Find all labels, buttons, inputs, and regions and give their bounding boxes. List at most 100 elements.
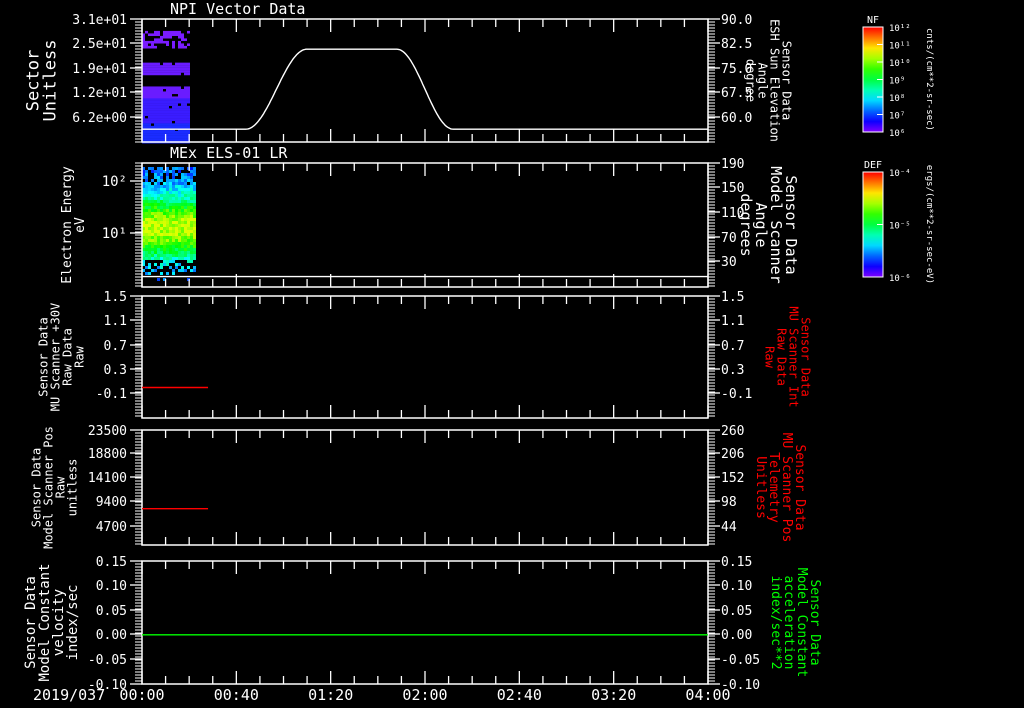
heatmap-cell: [151, 43, 154, 47]
heatmap-cell: [157, 135, 160, 139]
colorbar-tick-label: 10¹¹: [889, 42, 911, 52]
heatmap-cell: [148, 33, 151, 37]
heatmap-cell: [151, 269, 154, 272]
heatmap-cell: [184, 218, 187, 221]
heatmap-cell: [193, 236, 196, 239]
x-tick-label: 00:40: [214, 686, 259, 704]
heatmap-cell: [145, 218, 148, 221]
heatmap-cell: [154, 230, 157, 233]
heatmap-cell: [187, 130, 190, 134]
heatmap-cell: [160, 130, 163, 134]
heatmap-cell: [151, 218, 154, 221]
heatmap-cell: [166, 35, 169, 39]
heatmap-cell: [145, 130, 148, 134]
heatmap-cell: [169, 103, 172, 106]
heatmap-cell: [163, 260, 166, 263]
plot-frame: [141, 162, 709, 288]
heatmap-cell: [178, 239, 181, 242]
heatmap-cell: [154, 130, 157, 134]
heatmap-cell: [148, 263, 151, 266]
heatmap-cell: [163, 182, 166, 185]
heatmap-cell: [151, 113, 154, 116]
heatmap-cell: [154, 194, 157, 197]
heatmap-cell: [175, 206, 178, 209]
y-tick-label: 0.3: [104, 363, 127, 378]
heatmap-cell: [169, 200, 172, 203]
heatmap-cell: [193, 194, 196, 197]
heatmap-cell: [154, 170, 157, 173]
heatmap-cell: [163, 221, 166, 224]
heatmap-cell: [157, 224, 160, 227]
heatmap-cell: [166, 118, 169, 121]
heatmap-cell: [148, 257, 151, 260]
heatmap-cell: [148, 100, 151, 104]
heatmap-cell: [184, 113, 187, 116]
heatmap-cell: [148, 272, 151, 275]
heatmap-cell: [190, 170, 193, 173]
heatmap-cell: [175, 230, 178, 233]
heatmap-cell: [181, 194, 184, 197]
heatmap-cell: [175, 118, 178, 121]
heatmap-cell: [145, 215, 148, 218]
y-tick-label: 1.2e+01: [72, 86, 127, 101]
heatmap-cell: [169, 182, 172, 185]
heatmap-cell: [169, 108, 172, 111]
heatmap-cell: [181, 110, 184, 114]
heatmap-cell: [154, 173, 157, 176]
heatmap-cell: [187, 185, 190, 188]
heatmap-cell: [175, 123, 178, 126]
heatmap-cell: [172, 130, 175, 134]
y2-tick-label: 82.5: [721, 37, 752, 52]
heatmap-cell: [181, 200, 184, 203]
heatmap-cell: [184, 200, 187, 203]
heatmap-cell: [166, 105, 169, 109]
heatmap-cell: [154, 236, 157, 239]
heatmap-cell: [160, 173, 163, 176]
heatmap-cell: [163, 191, 166, 194]
heatmap-cell: [193, 254, 196, 257]
heatmap-cell: [178, 242, 181, 245]
heatmap-cell: [163, 30, 166, 34]
heatmap-cell: [178, 218, 181, 221]
heatmap-cell: [172, 173, 175, 176]
heatmap-cell: [181, 115, 184, 119]
heatmap-cell: [145, 212, 148, 215]
heatmap-cell: [151, 86, 154, 90]
heatmap-cell: [181, 135, 184, 139]
heatmap-cell: [193, 206, 196, 209]
y2-tick-label: 1.1: [721, 314, 744, 329]
colorbar-tick-label: 10⁸: [889, 94, 905, 104]
heatmap-cell: [187, 260, 190, 263]
heatmap-cell: [169, 260, 172, 263]
heatmap-cell: [175, 218, 178, 221]
heatmap-cell: [151, 224, 154, 227]
heatmap-cell: [175, 70, 178, 73]
heatmap-cell: [154, 209, 157, 212]
heatmap-cell: [190, 242, 193, 245]
heatmap-cell: [166, 251, 169, 254]
heatmap-cell: [148, 113, 151, 116]
heatmap-cell: [187, 212, 190, 215]
y2-tick-label: 152: [721, 471, 744, 486]
heatmap-cell: [187, 251, 190, 254]
heatmap-cell: [181, 98, 184, 101]
heatmap-cell: [175, 86, 178, 90]
heatmap-cell: [184, 108, 187, 111]
heatmap-cell: [172, 40, 175, 44]
heatmap-cell: [169, 251, 172, 254]
heatmap-cell: [184, 120, 187, 124]
heatmap-cell: [163, 233, 166, 236]
heatmap-cell: [160, 227, 163, 230]
heatmap-cell: [160, 67, 163, 71]
heatmap-cell: [172, 118, 175, 121]
heatmap-cell: [187, 236, 190, 239]
heatmap-cell: [169, 209, 172, 212]
heatmap-cell: [184, 93, 187, 97]
heatmap-cell: [193, 170, 196, 173]
panel-title: MEx ELS-01 LR: [170, 144, 288, 162]
heatmap-cell: [154, 105, 157, 109]
heatmap-cell: [148, 182, 151, 185]
heatmap-cell: [148, 125, 151, 129]
heatmap-cell: [181, 257, 184, 260]
x-tick-label: 03:20: [591, 686, 636, 704]
